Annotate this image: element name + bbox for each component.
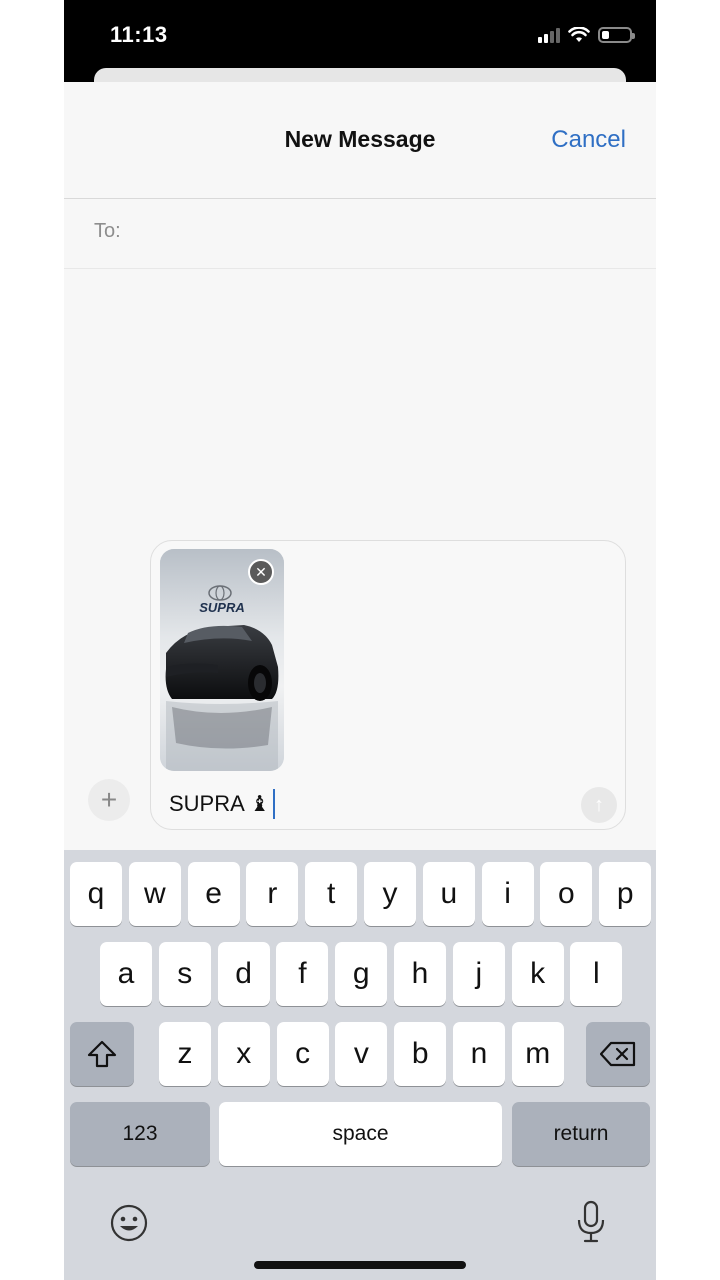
key-t[interactable]: t	[305, 862, 358, 926]
key-z[interactable]: z	[159, 1022, 211, 1086]
key-o[interactable]: o	[540, 862, 593, 926]
key-q[interactable]: q	[70, 862, 122, 926]
message-text-wrap: SUPRA ♝	[169, 789, 276, 819]
key-d[interactable]: d	[217, 942, 270, 1006]
to-label: To:	[94, 220, 121, 242]
phone-screen: 11:13 New Message Cancel To: + SUPRA ✕ S…	[64, 0, 656, 1280]
recipient-input[interactable]	[136, 212, 620, 254]
close-icon: ✕	[255, 564, 267, 580]
send-button[interactable]: ↑	[581, 787, 617, 823]
key-i[interactable]: i	[481, 862, 534, 926]
key-h[interactable]: h	[394, 942, 446, 1006]
attachment-image[interactable]: SUPRA ✕	[160, 549, 284, 771]
status-time: 11:13	[110, 22, 168, 47]
battery-icon	[598, 27, 635, 43]
key-m[interactable]: m	[511, 1022, 564, 1086]
home-indicator	[254, 1261, 466, 1269]
keyboard: qwertyuiop asdfghjkl zxcvbnm 123 space r…	[64, 850, 656, 1280]
key-a[interactable]: a	[100, 942, 152, 1006]
key-j[interactable]: j	[452, 942, 505, 1006]
return-key[interactable]: return	[512, 1102, 650, 1166]
shift-key[interactable]	[70, 1022, 134, 1086]
cancel-button[interactable]: Cancel	[551, 126, 626, 154]
remove-attachment-button[interactable]: ✕	[248, 559, 274, 585]
key-w[interactable]: w	[128, 862, 181, 926]
recipient-row: To:	[64, 198, 656, 269]
key-b[interactable]: b	[394, 1022, 447, 1086]
key-n[interactable]: n	[453, 1022, 505, 1086]
key-p[interactable]: p	[599, 862, 652, 926]
key-f[interactable]: f	[276, 942, 329, 1006]
key-g[interactable]: g	[335, 942, 388, 1006]
cellular-icon	[538, 27, 560, 43]
wifi-icon	[568, 27, 590, 42]
key-l[interactable]: l	[570, 942, 623, 1006]
key-x[interactable]: x	[217, 1022, 270, 1086]
emoji-button[interactable]	[110, 1204, 148, 1242]
key-k[interactable]: k	[511, 942, 564, 1006]
message-text: SUPRA ♝	[169, 791, 270, 816]
status-icons	[538, 24, 635, 46]
key-u[interactable]: u	[422, 862, 475, 926]
text-cursor	[273, 789, 276, 819]
microphone-icon	[577, 1200, 605, 1243]
emoji-icon	[110, 1204, 148, 1242]
plus-icon: +	[100, 784, 118, 815]
compose-field[interactable]: SUPRA ✕ SUPRA ♝ ↑	[150, 540, 626, 830]
key-y[interactable]: y	[364, 862, 416, 926]
sheet-header: New Message Cancel	[64, 82, 656, 199]
key-v[interactable]: v	[335, 1022, 388, 1086]
key-c[interactable]: c	[276, 1022, 329, 1086]
dictation-button[interactable]	[576, 1200, 606, 1244]
key-s[interactable]: s	[158, 942, 211, 1006]
key-e[interactable]: e	[187, 862, 240, 926]
numbers-key[interactable]: 123	[70, 1102, 210, 1166]
key-r[interactable]: r	[246, 862, 299, 926]
delete-key[interactable]	[586, 1022, 650, 1086]
space-key[interactable]: space	[219, 1102, 502, 1166]
send-arrow-icon: ↑	[594, 794, 604, 816]
add-attachment-button[interactable]: +	[88, 779, 130, 821]
supra-logo: SUPRA	[199, 600, 245, 615]
delete-icon	[600, 1041, 636, 1067]
shift-icon	[87, 1040, 117, 1068]
